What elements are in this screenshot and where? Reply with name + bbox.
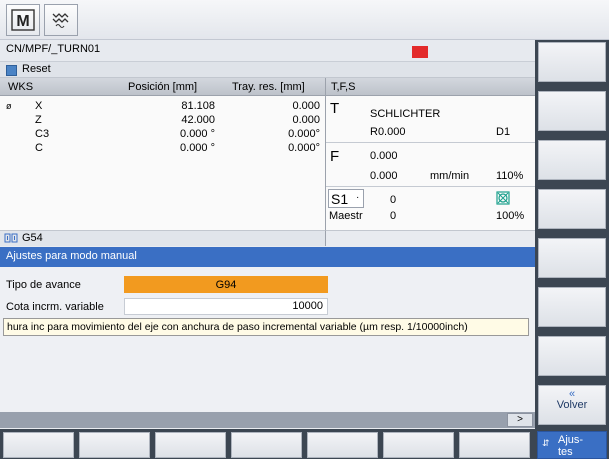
spindle-sub-label: Maestr — [329, 210, 363, 222]
softkey-h5[interactable] — [307, 432, 378, 458]
softkey-h4[interactable] — [231, 432, 302, 458]
divider — [326, 142, 536, 143]
feed-type-select[interactable]: G94 — [124, 276, 328, 293]
axis-residual: 0.000° — [288, 128, 320, 140]
spindle-stop-icon — [496, 191, 510, 205]
table-row[interactable]: ø X 81.108 0.000 — [0, 100, 325, 113]
volver-label: « Volver — [538, 388, 606, 412]
feed-type-value: G94 — [215, 278, 237, 291]
axis-position: 0.000 ° — [180, 142, 215, 154]
tfs-header — [325, 78, 535, 96]
machine-m-icon[interactable]: M — [6, 4, 40, 36]
feed-actual: 0.000 — [370, 170, 398, 182]
feed-value: 0.000 — [370, 150, 398, 162]
axis-name: X — [35, 100, 43, 112]
program-path: CN/MPF/_TURN01 — [0, 40, 535, 62]
tool-radius: R0.000 — [370, 126, 406, 138]
residual-header: Tray. res. [mm] — [232, 81, 305, 93]
tfs-panel: T SCHLICHTER R0.000 D1 F 0.000 0.000 mm/… — [325, 96, 536, 230]
axis-table: ø X 81.108 0.000 Z 42.000 0.000 C3 0.000… — [0, 96, 325, 230]
ajustes-button[interactable]: ⇵ Ajus- tes — [537, 431, 607, 459]
softkey-h3[interactable] — [155, 432, 226, 458]
table-row[interactable]: Z 42.000 0.000 — [0, 114, 325, 127]
spindle-select[interactable]: S1 · — [328, 189, 364, 208]
chevron-down-icon: · — [356, 192, 360, 203]
sinumerik-wave-icon[interactable] — [44, 4, 78, 36]
tool-letter: T — [330, 100, 340, 117]
axis-name: C — [35, 142, 43, 154]
spindle-sub-value: 0 — [390, 210, 397, 222]
stop-status-icon — [412, 46, 428, 58]
softkey-v6[interactable] — [538, 287, 606, 327]
axis-residual: 0.000° — [288, 142, 320, 154]
reset-label: Reset — [22, 63, 51, 75]
table-row[interactable]: C 0.000 ° 0.000° — [0, 142, 325, 155]
softkey-h2[interactable] — [79, 432, 150, 458]
position-header: Posición [mm] — [128, 81, 198, 93]
softkey-v4[interactable] — [538, 189, 606, 229]
horizontal-scrollbar[interactable] — [0, 412, 535, 428]
feed-type-label: Tipo de avance — [6, 279, 81, 291]
dialog-title: Ajustes para modo manual — [0, 247, 535, 267]
volver-text: Volver — [556, 399, 588, 411]
work-offset-icon — [4, 232, 18, 247]
top-toolbar — [0, 0, 609, 40]
softkey-h7[interactable] — [459, 432, 530, 458]
axis-position: 81.108 — [181, 100, 215, 112]
spindle-label: S1 — [331, 191, 349, 207]
tfs-title: T,F,S — [331, 81, 356, 93]
scroll-right-button[interactable]: > — [507, 413, 533, 427]
svg-text:M: M — [16, 13, 29, 30]
tool-edge: D1 — [496, 126, 511, 138]
wks-title: WKS — [8, 81, 34, 93]
tooltip: hura inc para movimiento del eje con anc… — [3, 318, 529, 336]
spindle-value: 0 — [390, 194, 397, 206]
feed-letter: F — [330, 148, 340, 165]
divider — [326, 186, 536, 187]
axis-position: 42.000 — [181, 114, 215, 126]
axis-name: C3 — [35, 128, 50, 140]
incr-label: Cota incrm. variable — [6, 301, 104, 313]
axis-position: 0.000 ° — [180, 128, 215, 140]
softkey-v1[interactable] — [538, 42, 606, 82]
table-row[interactable]: C3 0.000 ° 0.000° — [0, 128, 325, 141]
ajustes-label-2: tes — [558, 446, 573, 458]
reset-state-icon — [6, 65, 17, 76]
feed-unit: mm/min — [430, 170, 470, 182]
incr-input[interactable]: 10000 — [124, 298, 328, 315]
softkey-v7[interactable] — [538, 336, 606, 376]
diameter-marker: ø — [6, 101, 12, 111]
work-offset-label: G54 — [22, 232, 43, 244]
softkey-h6[interactable] — [383, 432, 454, 458]
axis-residual: 0.000 — [292, 100, 320, 112]
softkey-v5[interactable] — [538, 238, 606, 278]
axis-name: Z — [35, 114, 42, 126]
axis-residual: 0.000 — [292, 114, 320, 126]
spindle-override: 100% — [496, 210, 525, 222]
back-arrow-icon: « — [568, 388, 576, 400]
feed-override: 110% — [496, 170, 524, 182]
ajustes-label-1: Ajus- — [558, 434, 584, 446]
ajustes-icon: ⇵ — [542, 438, 550, 448]
softkey-v3[interactable] — [538, 140, 606, 180]
tool-name: SCHLICHTER — [370, 108, 441, 120]
channel-state-bar — [0, 62, 535, 78]
g54-bar-right — [325, 230, 535, 246]
softkey-v2[interactable] — [538, 91, 606, 131]
softkey-h1[interactable] — [3, 432, 74, 458]
